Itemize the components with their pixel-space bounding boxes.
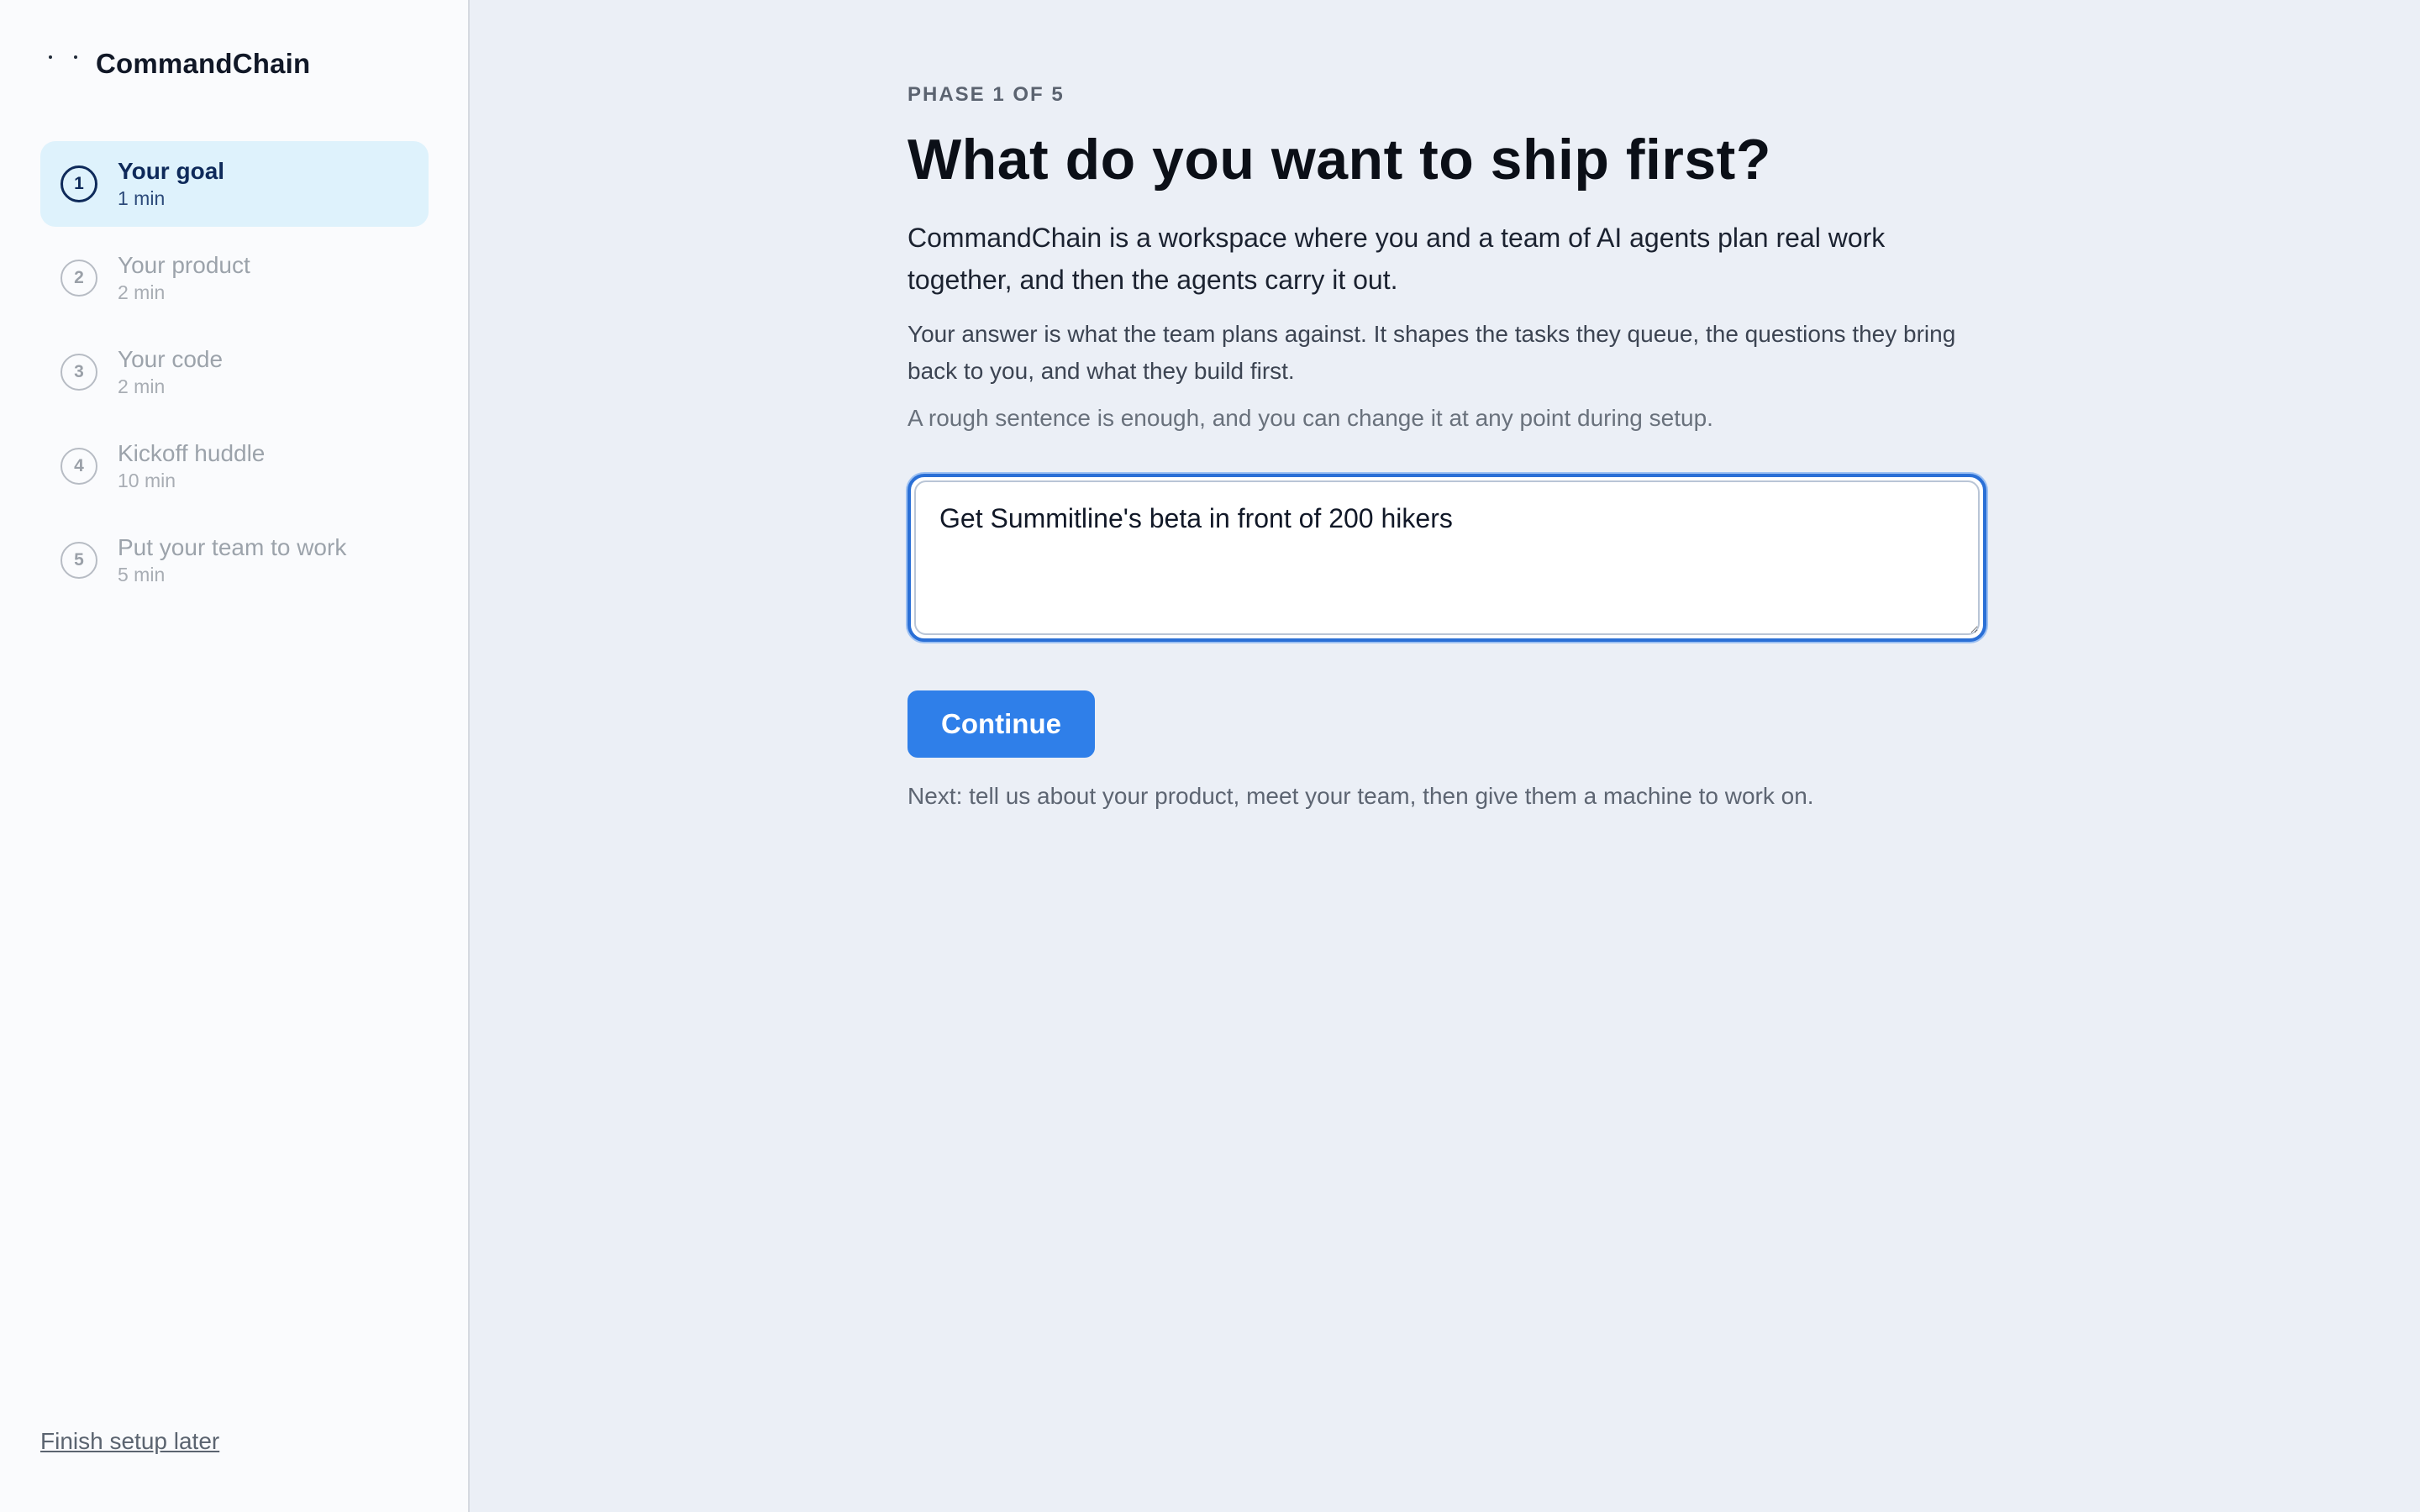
onboarding-app: CommandChain 1 Your goal 1 min 2 Your pr… [0,0,2420,1512]
goal-input[interactable]: Get Summitline's beta in front of 200 hi… [914,480,1980,635]
goal-input-frame: Get Summitline's beta in front of 200 hi… [908,474,1986,642]
step-title: Your code [118,346,224,372]
phase-indicator: PHASE 1 OF 5 [908,83,1065,106]
brand-name: CommandChain [96,48,311,79]
continue-button[interactable]: Continue [908,690,1095,758]
intro-text: CommandChain is a workspace where you an… [908,223,1886,295]
step-duration: 1 min [118,187,166,209]
sidebar: CommandChain 1 Your goal 1 min 2 Your pr… [0,0,470,1512]
step-duration: 10 min [118,470,176,491]
step-kickoff-huddle[interactable]: 4 Kickoff huddle 10 min [40,423,429,509]
brand: CommandChain [40,44,310,84]
step-duration: 5 min [118,564,166,585]
step-duration: 2 min [118,375,166,397]
step-your-goal[interactable]: 1 Your goal 1 min [40,141,429,227]
step-title: Kickoff huddle [118,440,266,466]
step-title: Your goal [118,158,225,184]
step-put-team-to-work[interactable]: 5 Put your team to work 5 min [40,517,429,603]
step-number-badge: 5 [60,542,97,579]
next-steps-note: Next: tell us about your product, meet y… [908,783,1814,809]
finish-setup-later-link[interactable]: Finish setup later [40,1428,219,1455]
step-your-product[interactable]: 2 Your product 2 min [40,235,429,321]
hint-text: A rough sentence is enough, and you can … [908,405,1713,431]
main-content: PHASE 1 OF 5 What do you want to ship fi… [908,81,1991,813]
step-title: Your product [118,252,250,278]
step-number-badge: 2 [60,260,97,297]
step-duration: 2 min [118,281,166,303]
setup-steps: 1 Your goal 1 min 2 Your product 2 min 3… [40,141,429,612]
step-number-badge: 4 [60,448,97,485]
page-title: What do you want to ship first? [908,128,1771,192]
logo-dots-icon [40,47,77,81]
step-number-badge: 3 [60,354,97,391]
step-number-badge: 1 [60,165,97,202]
step-your-code[interactable]: 3 Your code 2 min [40,329,429,415]
explanation-text: Your answer is what the team plans again… [908,321,1956,384]
step-title: Put your team to work [118,534,347,560]
